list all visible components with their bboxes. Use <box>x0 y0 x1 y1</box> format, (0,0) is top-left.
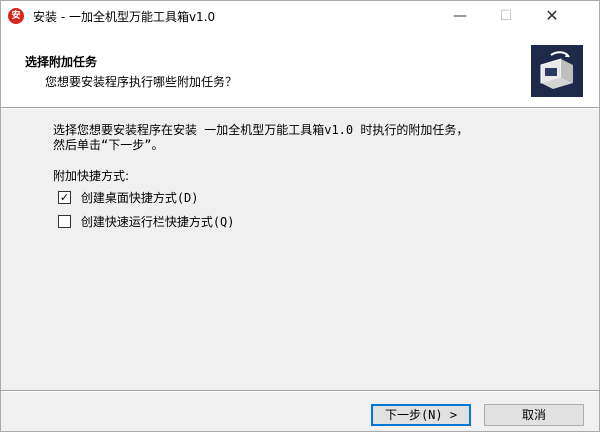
instruction-text: 选择您想要安装程序在安装 一加全机型万能工具箱v1.0 时执行的附加任务， 然后… <box>53 123 573 153</box>
wizard-header: 选择附加任务 您想要安装程序执行哪些附加任务？ <box>1 31 599 107</box>
instruction-line-1: 选择您想要安装程序在安装 一加全机型万能工具箱v1.0 时执行的附加任务， <box>53 123 469 137</box>
maximize-button[interactable]: ☐ <box>483 1 529 31</box>
next-button[interactable]: 下一步(N) > <box>371 404 471 426</box>
footer-divider-highlight <box>1 391 599 392</box>
page-title: 选择附加任务 <box>25 55 98 69</box>
cancel-button[interactable]: 取消 <box>484 404 584 426</box>
quicklaunch-shortcut-checkbox[interactable] <box>58 215 71 228</box>
minimize-button[interactable]: — <box>437 1 483 31</box>
quicklaunch-shortcut-label[interactable]: 创建快速运行栏快捷方式(Q) <box>81 213 235 230</box>
page-subtitle: 您想要安装程序执行哪些附加任务？ <box>45 75 238 89</box>
installer-window: 安 安装 - 一加全机型万能工具箱v1.0 — ☐ ✕ 选择附加任务 您想要安装… <box>0 0 600 432</box>
desktop-shortcut-label[interactable]: 创建桌面快捷方式(D) <box>81 189 199 206</box>
window-title: 安装 - 一加全机型万能工具箱v1.0 <box>33 10 216 24</box>
quicklaunch-shortcut-option[interactable]: 创建快速运行栏快捷方式(Q) <box>58 213 235 229</box>
instruction-line-2: 然后单击“下一步”。 <box>53 138 164 152</box>
close-button[interactable]: ✕ <box>529 1 575 31</box>
computer-installer-icon <box>531 45 583 97</box>
desktop-shortcut-option[interactable]: ✓ 创建桌面快捷方式(D) <box>58 189 199 205</box>
shortcut-group-label: 附加快捷方式: <box>53 169 130 183</box>
title-bar[interactable]: 安 安装 - 一加全机型万能工具箱v1.0 — ☐ ✕ <box>1 1 599 31</box>
header-divider-highlight <box>1 108 599 109</box>
app-icon: 安 <box>8 8 24 24</box>
desktop-shortcut-checkbox[interactable]: ✓ <box>58 191 71 204</box>
